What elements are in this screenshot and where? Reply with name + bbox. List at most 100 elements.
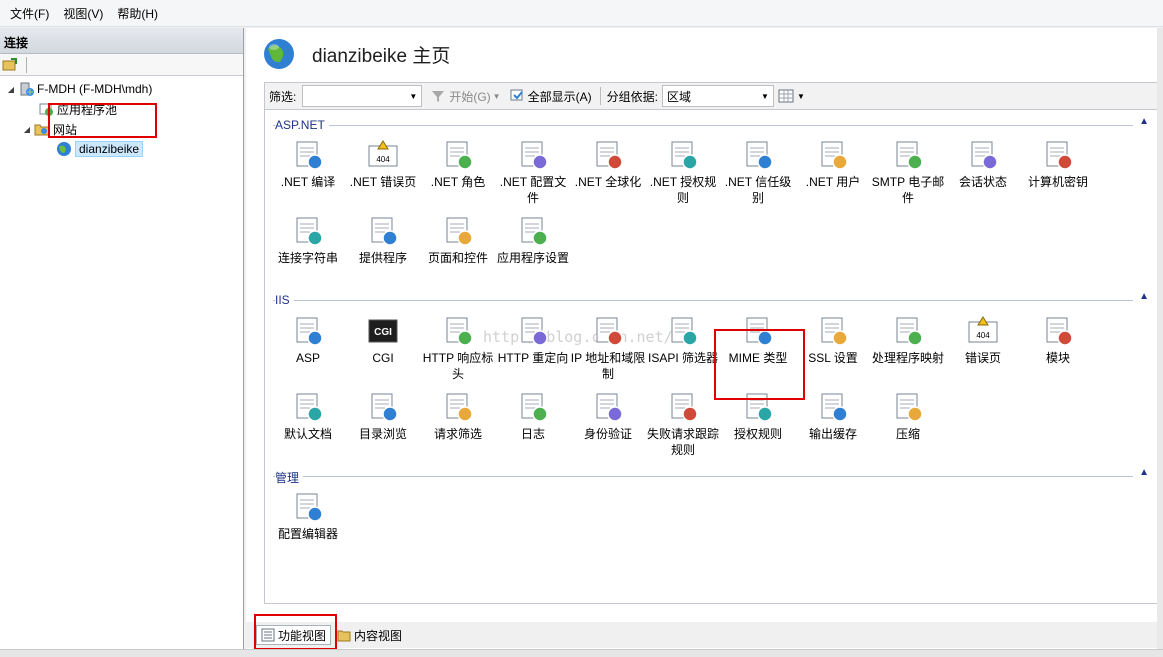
default-document[interactable]: 默认文档	[270, 390, 346, 442]
toolbar-separator	[599, 87, 601, 105]
dotnet-profile[interactable]: .NET 配置文件	[495, 138, 571, 206]
modules[interactable]: 模块	[1020, 314, 1096, 366]
feature-label: SSL 设置	[808, 351, 858, 365]
collapse-icon[interactable]: ◢	[6, 85, 16, 94]
connect-icon[interactable]	[2, 57, 18, 72]
status-bar	[0, 649, 1163, 657]
dotnet-users[interactable]: .NET 用户	[795, 138, 871, 190]
view-mode-button[interactable]: ▼	[778, 88, 805, 104]
feature-label: 身份验证	[583, 427, 632, 441]
asp[interactable]: ASP	[270, 314, 346, 366]
feature-label: 提供程序	[358, 251, 407, 265]
filter-input[interactable]: ▼	[302, 85, 423, 107]
feature-label: 应用程序设置	[496, 251, 569, 265]
machine-key[interactable]: 计算机密钥	[1020, 138, 1096, 190]
feature-label: 请求筛选	[433, 427, 482, 441]
error-pages[interactable]: 404 错误页	[945, 314, 1021, 366]
request-filtering-icon	[446, 393, 473, 422]
application-settings[interactable]: 应用程序设置	[495, 214, 571, 266]
menu-bar: 文件(F) 视图(V) 帮助(H)	[0, 0, 1163, 27]
feature-label: 目录浏览	[358, 427, 407, 441]
connection-strings[interactable]: 连接字符串	[270, 214, 346, 266]
collapse-icon[interactable]: ◢	[22, 125, 32, 134]
logging[interactable]: 日志	[495, 390, 571, 442]
providers-icon	[371, 217, 398, 246]
feature-label: HTTP 重定向	[497, 351, 569, 365]
feature-label: 错误页	[964, 351, 1001, 365]
handler-mappings[interactable]: 处理程序映射	[870, 314, 946, 366]
machine-key-icon	[1046, 141, 1073, 170]
session-state[interactable]: 会话状态	[945, 138, 1021, 190]
providers[interactable]: 提供程序	[345, 214, 421, 266]
group-header-aspnet[interactable]: ASP.NET ▲	[273, 116, 1149, 132]
session-state-icon	[971, 141, 998, 170]
view-grid-icon	[778, 89, 794, 103]
group-label: IIS	[275, 293, 294, 307]
feature-label: 授权规则	[733, 427, 782, 441]
feature-label: 配置编辑器	[277, 527, 338, 541]
isapi-filters[interactable]: ISAPI 筛选器	[645, 314, 721, 366]
dotnet-error-pages[interactable]: 404 .NET 错误页	[345, 138, 421, 190]
filter-label: 筛选:	[269, 89, 297, 104]
dotnet-error-pages-icon: 404	[368, 140, 398, 167]
failed-request-tracing[interactable]: 失败请求跟踪规则	[645, 390, 721, 458]
highlight-site-node	[48, 103, 157, 138]
group-by-value: 区域	[666, 89, 691, 104]
default-document-icon	[296, 393, 323, 422]
feature-label: .NET 错误页	[349, 175, 417, 189]
feature-label: IP 地址和域限制	[570, 351, 646, 381]
cgi[interactable]: CGI CGI	[345, 314, 421, 366]
compression[interactable]: 压缩	[870, 390, 946, 442]
show-all-button[interactable]: 全部显示(A)	[509, 88, 592, 105]
ssl-settings-icon	[821, 317, 848, 346]
connections-toolbar	[0, 54, 243, 76]
feature-label: HTTP 响应标头	[422, 351, 494, 381]
request-filtering[interactable]: 请求筛选	[420, 390, 496, 442]
application-settings-icon	[521, 217, 548, 246]
dotnet-trust-levels[interactable]: .NET 信任级别	[720, 138, 796, 206]
start-filter-label: 开始(G)	[449, 89, 491, 104]
group-by-select[interactable]: 区域 ▼	[661, 85, 774, 107]
dotnet-globalization[interactable]: .NET 全球化	[570, 138, 646, 190]
configuration-editor-icon	[296, 493, 323, 522]
ssl-settings[interactable]: SSL 设置	[795, 314, 871, 366]
dropdown-arrow-icon[interactable]: ▼	[761, 92, 769, 101]
feature-label: 失败请求跟踪规则	[646, 427, 719, 457]
ip-domain-restrictions[interactable]: IP 地址和域限制	[570, 314, 646, 382]
group-header-manage[interactable]: 管理 ▲	[273, 467, 1149, 486]
directory-browsing-icon	[371, 393, 398, 422]
directory-browsing[interactable]: 目录浏览	[345, 390, 421, 442]
http-response-headers-icon	[446, 317, 473, 346]
dotnet-authorization-rules[interactable]: .NET 授权规则	[645, 138, 721, 206]
menu-view[interactable]: 视图(V)	[57, 5, 109, 22]
ip-domain-restrictions-icon	[596, 317, 623, 346]
group-divider	[273, 125, 1133, 126]
dotnet-compilation[interactable]: .NET 编译	[270, 138, 346, 190]
http-redirect-icon	[521, 317, 548, 346]
tree-node-server[interactable]: ◢ F-MDH (F-MDH\mdh)	[6, 79, 152, 99]
authentication[interactable]: 身份验证	[570, 390, 646, 442]
modules-icon	[1046, 317, 1073, 346]
menu-help[interactable]: 帮助(H)	[111, 5, 164, 22]
dotnet-roles[interactable]: .NET 角色	[420, 138, 496, 190]
smtp-email[interactable]: SMTP 电子邮件	[870, 138, 946, 206]
group-header-iis[interactable]: IIS ▲	[273, 291, 1149, 307]
tree-node-site-dianzibeike[interactable]: dianzibeike	[44, 139, 144, 159]
configuration-editor[interactable]: 配置编辑器	[270, 490, 346, 542]
output-caching[interactable]: 输出缓存	[795, 390, 871, 442]
http-response-headers[interactable]: HTTP 响应标头	[420, 314, 496, 382]
funnel-icon	[432, 91, 445, 102]
page-title: dianzibeike 主页	[312, 45, 451, 67]
compression-icon	[896, 393, 923, 422]
tab-content-view[interactable]: 内容视图	[333, 625, 406, 645]
menu-file[interactable]: 文件(F)	[4, 5, 55, 22]
dropdown-arrow-icon[interactable]: ▼	[409, 92, 417, 101]
collapse-caret-icon[interactable]: ▲	[1139, 291, 1149, 302]
feature-label: ASP	[295, 351, 320, 365]
collapse-caret-icon[interactable]: ▲	[1139, 467, 1149, 478]
collapse-caret-icon[interactable]: ▲	[1139, 116, 1149, 127]
start-filter-button[interactable]: 开始(G) ▼	[430, 88, 501, 105]
group-label: ASP.NET	[275, 118, 329, 132]
pages-and-controls[interactable]: 页面和控件	[420, 214, 496, 266]
http-redirect[interactable]: HTTP 重定向	[495, 314, 571, 366]
